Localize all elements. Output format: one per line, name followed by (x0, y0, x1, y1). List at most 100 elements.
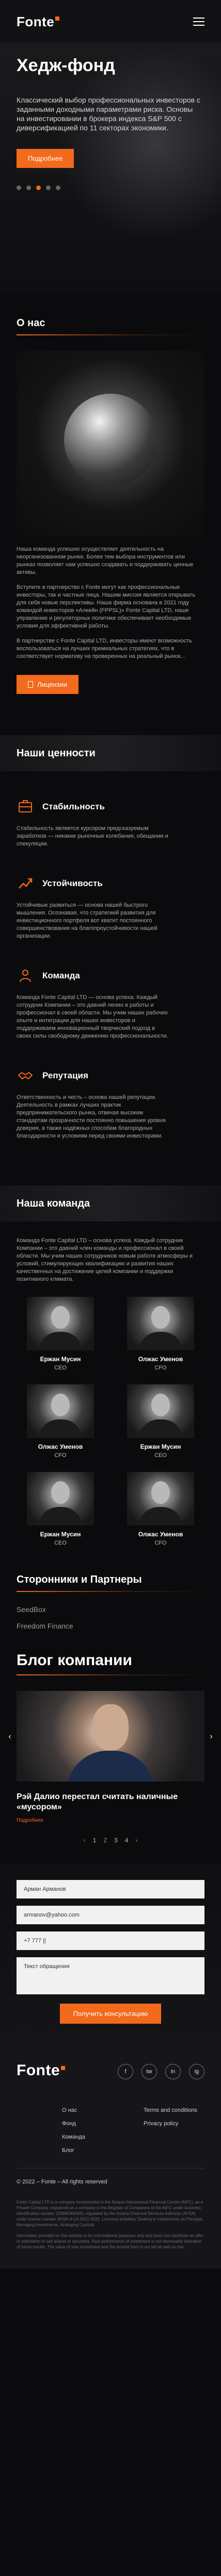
member-photo (127, 1297, 194, 1350)
disclaimer-2: Information provided on this website is … (17, 2233, 203, 2249)
blog-pagination: ‹ 1 2 3 4 › (17, 1837, 204, 1844)
consult-button[interactable]: Получить консультацию (59, 2004, 162, 2024)
team-member[interactable]: Ержан Мусин CEO (17, 1472, 104, 1546)
instagram-icon[interactable]: ig (189, 2064, 204, 2079)
page: Fonte Хедж-фонд Классический выбор профе… (0, 0, 221, 2268)
member-name: Ержан Мусин (140, 1443, 181, 1450)
pager-page[interactable]: 3 (114, 1837, 118, 1844)
member-name: Олжас Уменов (138, 1355, 183, 1363)
footer-link-blog[interactable]: Блог (62, 2147, 123, 2154)
team-member[interactable]: Олжас Уменов CFO (17, 1384, 104, 1459)
footer-link-about[interactable]: О нас (62, 2107, 123, 2113)
copyright: © 2022 – Fonte – All rights reserved (17, 2179, 107, 2185)
footer-link-empty (144, 2134, 204, 2140)
hero-title: Хедж-фонд (17, 56, 115, 75)
slider-dot-5[interactable] (56, 185, 60, 190)
about-paragraph-2: Вступите в партнерство с Fonte могут как… (17, 584, 196, 629)
team-grid: Ержан Мусин CEO Олжас Уменов CFO Олжас У… (0, 1283, 221, 1546)
growth-icon (17, 875, 34, 892)
member-role: CEO (54, 1365, 67, 1371)
blog-post-link[interactable]: Подробнее (17, 1818, 204, 1823)
hero-more-button[interactable]: Подробнее (17, 149, 74, 168)
team-header: Наша команда (0, 1185, 221, 1222)
member-role: CEO (154, 1452, 167, 1459)
about-paragraph-3: В партнерстве с Fonte Capital LTD, инвес… (17, 638, 192, 659)
member-name: Ержан Мусин (40, 1355, 81, 1363)
about-section: О нас Наша команда успешно осуществляет … (0, 293, 221, 694)
value-item: Стабильность Стабильность является курсо… (0, 771, 221, 848)
twitter-icon[interactable]: tw (141, 2064, 157, 2079)
value-text: Стабильность является курсором предсказу… (17, 825, 168, 847)
pager-prev-icon[interactable]: ‹ (84, 1837, 86, 1844)
comment-field[interactable]: Текст обращения (17, 1957, 204, 1994)
footer-link-terms[interactable]: Terms and conditions (144, 2107, 204, 2113)
team-member[interactable]: Ержан Мусин CEO (17, 1297, 104, 1371)
member-photo (127, 1472, 194, 1526)
member-name: Ержан Мусин (40, 1531, 81, 1538)
footer-link-team[interactable]: Команда (62, 2134, 123, 2140)
licenses-button-label: Лицензии (37, 681, 67, 688)
pager-next-icon[interactable]: › (135, 1837, 137, 1844)
slider-dots (17, 185, 204, 190)
logo[interactable]: Fonte (17, 13, 60, 30)
footer-link-empty (144, 2147, 204, 2154)
team-member[interactable]: Олжас Уменов CFO (117, 1297, 204, 1371)
blog-post-title[interactable]: Рэй Далио перестал считать наличные «мус… (17, 1792, 204, 1812)
logo-mark-icon (55, 16, 60, 21)
about-title: О нас (17, 317, 45, 329)
member-role: CFO (154, 1365, 167, 1371)
value-title: Устойчивость (42, 878, 103, 888)
team-member[interactable]: Ержан Мусин CEO (117, 1384, 204, 1459)
phone-field[interactable]: +7 777 || (17, 1931, 204, 1950)
pager-page[interactable]: 1 (93, 1837, 97, 1844)
handshake-icon (17, 1067, 34, 1084)
disclaimer-1: Fonte Capital LTD is a company incorpora… (17, 2200, 203, 2227)
blog-title: Блог компании (17, 1652, 132, 1669)
chevron-right-icon[interactable]: › (207, 1732, 216, 1741)
member-name: Олжас Уменов (138, 1531, 183, 1538)
about-image (17, 351, 204, 536)
partner-item[interactable]: Freedom Finance (17, 1622, 204, 1630)
values-header: Наши ценности (0, 735, 221, 771)
value-item: Устойчивость Устойчивые развиться — осно… (0, 848, 221, 940)
blog-section: Блог компании ‹ › Рэй Далио перестал счи… (0, 1638, 221, 1844)
chevron-left-icon[interactable]: ‹ (5, 1732, 14, 1741)
pager-page-active[interactable]: 2 (103, 1837, 107, 1844)
contact-form: Арман Арманов armanov@yahoo.com +7 777 |… (0, 1865, 221, 2043)
stability-icon (17, 798, 34, 816)
name-field[interactable]: Арман Арманов (17, 1880, 204, 1899)
partner-item[interactable]: SeedBox (17, 1605, 204, 1614)
value-item: Команда Команда Fonte Capital LTD — осно… (0, 940, 221, 1040)
licenses-button[interactable]: Лицензии (17, 675, 78, 694)
value-title: Репутация (42, 1071, 88, 1080)
facebook-icon[interactable]: f (118, 2064, 133, 2079)
blog-card[interactable]: ‹ › Рэй Далио перестал считать наличные … (8, 1691, 213, 1823)
slider-dot-4[interactable] (46, 185, 51, 190)
slider-dot-2[interactable] (26, 185, 31, 190)
team-title: Наша команда (17, 1197, 90, 1209)
member-photo (127, 1384, 194, 1438)
linkedin-icon[interactable]: in (165, 2064, 181, 2079)
value-item: Репутация Ответственность и честь – осно… (0, 1040, 221, 1140)
footer-link-privacy[interactable]: Privacy policy (144, 2121, 204, 2127)
value-text: Ответственность и честь – основа нашей р… (17, 1094, 166, 1139)
logo-text: Fonte (17, 13, 55, 29)
team-icon (17, 967, 34, 985)
slider-dot-3[interactable] (36, 185, 41, 190)
footer-link-fund[interactable]: Фонд (62, 2121, 123, 2127)
partners-list: SeedBox Freedom Finance (17, 1592, 204, 1630)
value-title: Команда (42, 971, 80, 980)
menu-icon[interactable] (193, 18, 204, 26)
email-field[interactable]: armanov@yahoo.com (17, 1906, 204, 1924)
slider-dot-1[interactable] (17, 185, 21, 190)
logo-mark-icon (61, 2066, 66, 2070)
member-role: CFO (54, 1452, 67, 1459)
team-section: Наша команда Команда Fonte Capital LTD –… (0, 1140, 221, 1546)
hero-text: Классический выбор профессиональных инве… (17, 96, 200, 132)
team-member[interactable]: Олжас Уменов CFO (117, 1472, 204, 1546)
hero-slider: Хедж-фонд Классический выбор профессиона… (0, 43, 221, 293)
blog-divider (17, 1674, 204, 1675)
pager-page[interactable]: 4 (125, 1837, 129, 1844)
site-header: Fonte (0, 0, 221, 43)
member-photo (27, 1472, 94, 1526)
